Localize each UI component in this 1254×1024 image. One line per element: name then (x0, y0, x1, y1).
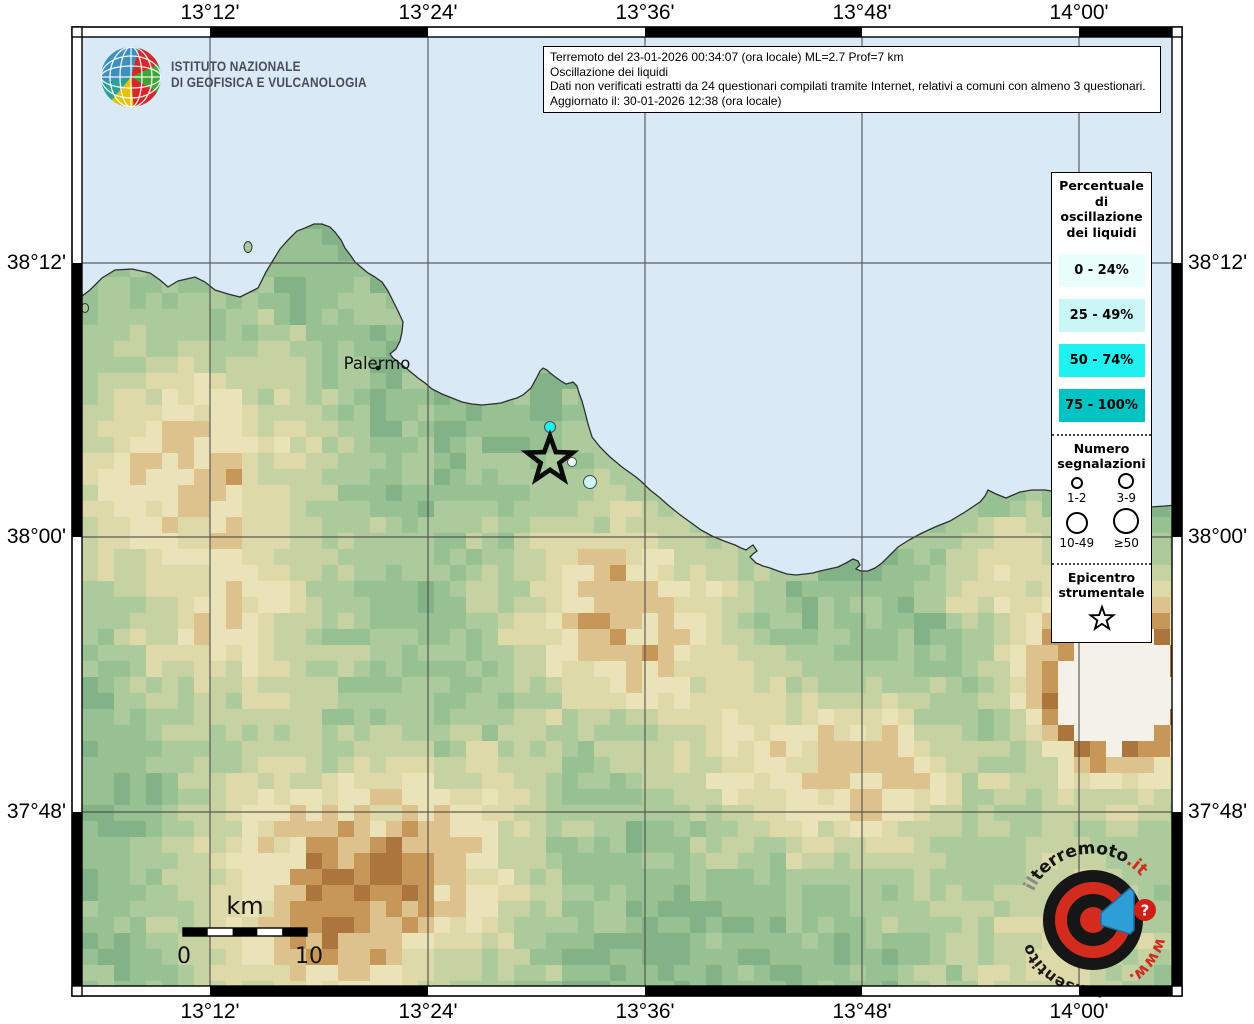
legend-separator (1052, 563, 1151, 565)
axis-label-right-1: 38°12' (1188, 251, 1247, 275)
count-label: 1-2 (1067, 491, 1087, 506)
ingv-logo-line1: ISTITUTO NAZIONALE (171, 59, 367, 75)
scale-start-label: 0 (177, 944, 191, 969)
legend-epicenter-title: Epicentro strumentale (1052, 568, 1151, 602)
question-mark: ? (1141, 902, 1150, 920)
legend-count-class-10-49: 10-49 (1052, 508, 1102, 551)
count-label: 10-49 (1059, 536, 1094, 551)
axis-label-bottom-5: 14°00' (1049, 1000, 1108, 1024)
legend-swatch-50-74: 50 - 74% (1059, 344, 1145, 377)
legend-percent-title: Percentuale di oscillazione dei liquidi (1052, 173, 1151, 242)
count-circle-50plus-icon (1113, 508, 1139, 534)
legend: Percentuale di oscillazione dei liquidi … (1051, 172, 1152, 643)
info-line-source: Dati non verificati estratti da 24 quest… (550, 79, 1154, 94)
axis-label-bottom-2: 13°24' (398, 1000, 457, 1024)
ingv-logo-text: ISTITUTO NAZIONALE DI GEOFISICA E VULCAN… (171, 59, 367, 90)
scale-unit-label: km (226, 892, 263, 920)
legend-swatch-25-49: 25 - 49% (1059, 299, 1145, 332)
axis-label-bottom-1: 13°12' (180, 1000, 239, 1024)
axis-label-left-2: 38°00' (0, 525, 66, 549)
info-line-updated: Aggiornato il: 30-01-2026 12:38 (ora loc… (550, 94, 1154, 109)
city-palermo: Palermo (344, 354, 411, 373)
legend-swatch-0-24: 0 - 24% (1059, 254, 1145, 287)
info-line-type: Oscillazione dei liquidi (550, 65, 1154, 80)
legend-swatch-label: 25 - 49% (1070, 308, 1134, 323)
observation-dot (584, 476, 597, 489)
small-island (244, 242, 252, 253)
legend-count-class-1-2: 1-2 (1052, 473, 1102, 506)
ingv-globe-icon (101, 47, 161, 107)
count-circle-10-49-icon (1066, 512, 1088, 534)
legend-count-grid: 1-2 3-9 10-49 ≥50 (1052, 473, 1151, 551)
epicenter-star-icon (1086, 604, 1118, 634)
axis-label-top-3: 13°36' (615, 1, 674, 25)
axis-label-bottom-3: 13°36' (615, 1000, 674, 1024)
scale-end-label: 10 (295, 944, 323, 969)
legend-swatch-75-100: 75 - 100% (1059, 389, 1145, 422)
axis-label-top-1: 13°12' (180, 1, 239, 25)
axis-label-left-1: 38°12' (0, 251, 66, 275)
axis-label-right-2: 38°00' (1188, 525, 1247, 549)
count-circle-1-2-icon (1071, 477, 1083, 489)
axis-label-left-3: 37°48' (0, 800, 66, 824)
observation-dot (568, 458, 577, 467)
legend-count-class-3-9: 3-9 (1102, 473, 1152, 506)
city-label: Palermo (344, 354, 411, 373)
count-label: 3-9 (1116, 491, 1136, 506)
axis-label-top-2: 13°24' (398, 1, 457, 25)
legend-swatch-label: 50 - 74% (1070, 353, 1134, 368)
legend-count-title: Numero segnalazioni (1052, 439, 1151, 473)
legend-swatch-label: 75 - 100% (1065, 398, 1138, 413)
axis-label-bottom-4: 13°48' (832, 1000, 891, 1024)
info-line-event: Terremoto del 23-01-2026 00:34:07 (ora l… (550, 50, 1154, 65)
axis-label-top-5: 14°00' (1049, 1, 1108, 25)
earthquake-info-box: Terremoto del 23-01-2026 00:34:07 (ora l… (543, 46, 1161, 113)
axis-label-right-3: 37°48' (1188, 800, 1247, 824)
ingv-logo-line2: DI GEOFISICA E VULCANOLOGIA (171, 75, 367, 91)
count-circle-3-9-icon (1118, 473, 1134, 489)
legend-separator (1052, 434, 1151, 436)
map-sheet: Palermo km 0 10 (0, 0, 1254, 1024)
axis-label-top-4: 13°48' (832, 1, 891, 25)
count-label: ≥50 (1114, 536, 1139, 551)
legend-swatch-label: 0 - 24% (1074, 263, 1129, 278)
legend-count-class-50plus: ≥50 (1102, 508, 1152, 551)
